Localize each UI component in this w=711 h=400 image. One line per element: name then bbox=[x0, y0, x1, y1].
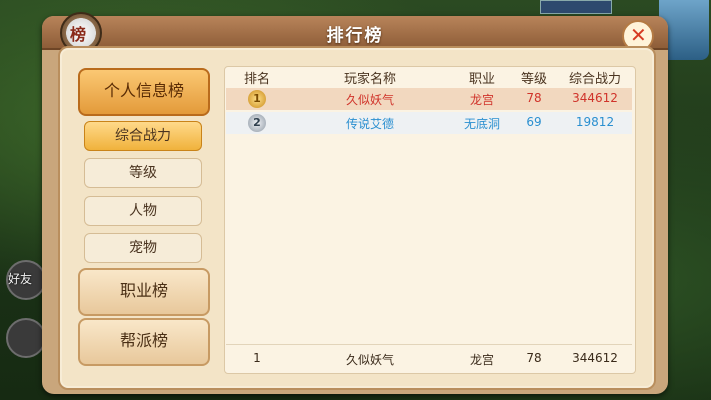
header-level: 等级 bbox=[520, 72, 547, 87]
player-name: 传说艾德 bbox=[345, 117, 394, 131]
my-level: 78 bbox=[526, 351, 542, 365]
player-level: 78 bbox=[526, 91, 542, 105]
my-profession: 龙宫 bbox=[469, 353, 494, 367]
tab-personal-ranking[interactable]: 个人信息榜 bbox=[78, 68, 210, 116]
subtab-character[interactable]: 人物 bbox=[84, 196, 202, 226]
gold-medal-icon: 1 bbox=[248, 90, 266, 108]
player-profession: 无底洞 bbox=[463, 117, 500, 131]
subtab-combat-power[interactable]: 综合战力 bbox=[84, 121, 202, 151]
player-power: 344612 bbox=[572, 91, 618, 105]
header-rank: 排名 bbox=[243, 72, 270, 87]
chat-bubble-icon[interactable] bbox=[6, 318, 46, 358]
panel-title: 排行榜 bbox=[326, 26, 384, 46]
friends-label: 好友 bbox=[8, 272, 33, 286]
table-row[interactable]: 2 传说艾德 无底洞 69 19812 bbox=[226, 112, 632, 134]
my-power: 344612 bbox=[572, 351, 618, 365]
hud-status-bar bbox=[540, 0, 612, 14]
subtab-pet[interactable]: 宠物 bbox=[84, 233, 202, 263]
player-level: 69 bbox=[526, 115, 542, 129]
table-row[interactable]: 1 久似妖气 龙宫 78 344612 bbox=[226, 88, 632, 110]
my-rank-row: 1 久似妖气 龙宫 78 344612 bbox=[226, 344, 632, 371]
my-rank: 1 bbox=[253, 351, 261, 365]
panel-title-bar: 排行榜 bbox=[42, 16, 668, 50]
header-combat-power: 综合战力 bbox=[568, 72, 621, 87]
tab-guild-ranking[interactable]: 帮派榜 bbox=[78, 318, 210, 366]
close-icon: ✕ bbox=[630, 23, 647, 47]
subtab-level[interactable]: 等级 bbox=[84, 158, 202, 188]
my-name: 久似妖气 bbox=[345, 353, 394, 367]
header-profession: 职业 bbox=[468, 72, 495, 87]
player-name: 久似妖气 bbox=[345, 93, 394, 107]
player-power: 19812 bbox=[575, 115, 615, 129]
silver-medal-icon: 2 bbox=[248, 114, 266, 132]
tab-profession-ranking[interactable]: 职业榜 bbox=[78, 268, 210, 316]
header-player-name: 玩家名称 bbox=[343, 72, 396, 87]
player-profession: 龙宫 bbox=[469, 93, 494, 107]
